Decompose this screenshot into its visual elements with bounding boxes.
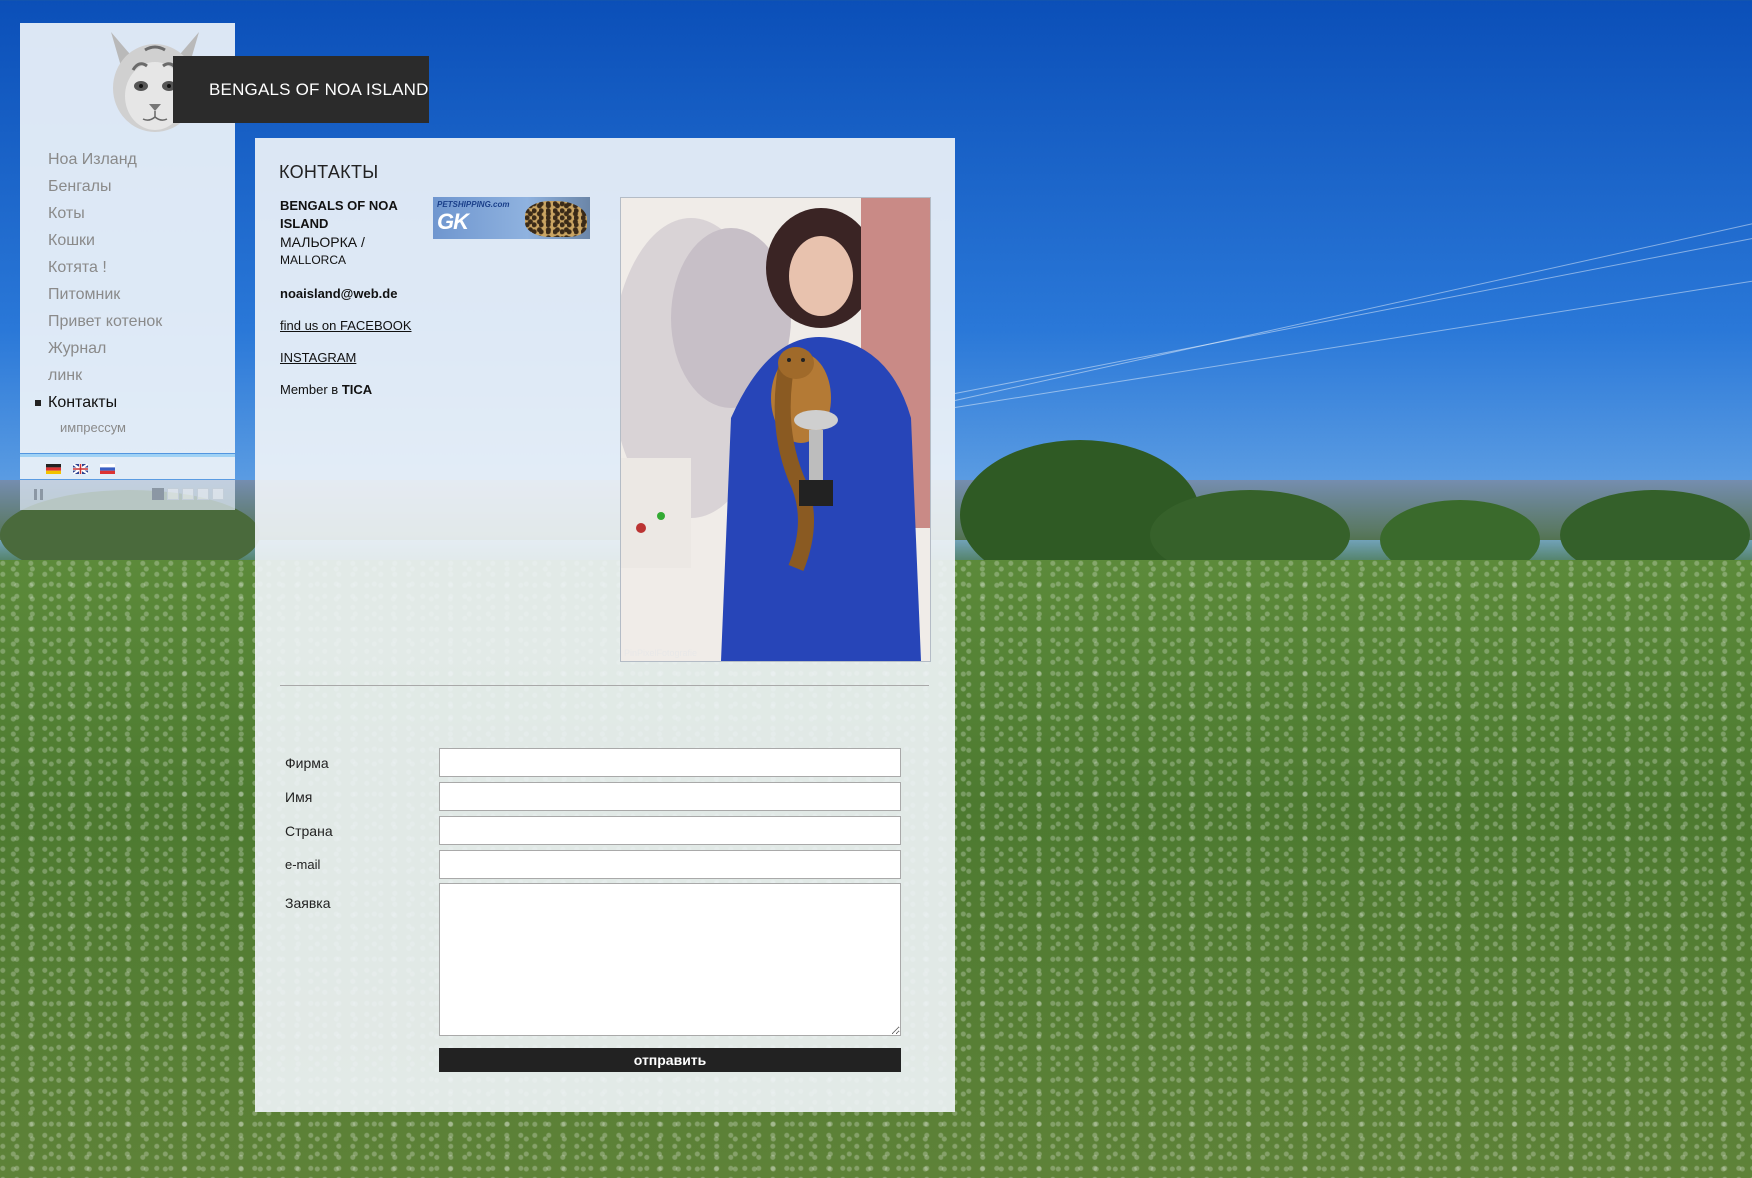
firm-field[interactable] [439, 748, 901, 777]
banner-line1: PETSHIPPING.com [437, 200, 510, 209]
firm-label: Фирма [285, 755, 329, 771]
pause-icon[interactable] [34, 489, 44, 500]
brand-name: BENGALS OF NOA ISLAND [209, 79, 429, 99]
email-label: e-mail [285, 857, 321, 872]
nav-item-cattery[interactable]: Питомник [20, 281, 235, 308]
instagram-link[interactable]: INSTAGRAM [280, 349, 420, 367]
name-field[interactable] [439, 782, 901, 811]
nav-subitem-imprint[interactable]: импрессум [20, 416, 235, 440]
power-line [954, 220, 1752, 401]
power-line [954, 277, 1752, 408]
nav-item-noa-island[interactable]: Ноа Изланд [20, 146, 235, 173]
nav-item-links[interactable]: линк [20, 362, 235, 389]
photo-illustration [621, 198, 930, 661]
nav-item-bengals[interactable]: Бенгалы [20, 173, 235, 200]
member-org: TICA [341, 382, 373, 397]
nav-item-males[interactable]: Коты [20, 200, 235, 227]
membership-note: Member в TICA [280, 381, 420, 399]
request-textarea[interactable] [439, 883, 901, 1036]
request-label: Заявка [285, 895, 331, 911]
name-label: Имя [285, 789, 313, 805]
owner-with-cat-photo: PinPixelFotografie [620, 197, 931, 662]
slideshow-dots [152, 488, 224, 500]
nav-item-journal[interactable]: Журнал [20, 335, 235, 362]
facebook-link[interactable]: find us on FACEBOOK [280, 317, 420, 335]
main-navigation: Ноа Изланд Бенгалы Коты Кошки Котята ! П… [20, 146, 235, 440]
slide-dot[interactable] [182, 488, 194, 500]
banner-line2: GK [437, 209, 469, 234]
content-panel: КОНТАКТЫ BENGALS OF NOA ISLAND МАЛЬОРКА … [255, 138, 955, 1112]
nav-item-kittens[interactable]: Котята ! [20, 254, 235, 281]
member-prefix: Member в [280, 382, 339, 397]
nav-item-females[interactable]: Кошки [20, 227, 235, 254]
ru-flag-icon[interactable] [100, 464, 115, 474]
petshipping-banner[interactable]: PETSHIPPING.com GK [433, 197, 590, 239]
language-switcher [20, 454, 235, 479]
submit-button[interactable]: отправить [439, 1048, 901, 1072]
photo-caption: PinPixelFotografie [624, 648, 698, 658]
location-ru: МАЛЬОРКА / [280, 234, 365, 250]
power-line [954, 234, 1752, 394]
slide-dot[interactable] [212, 488, 224, 500]
slide-dot[interactable] [152, 488, 164, 500]
country-label: Страна [285, 823, 333, 839]
slideshow-controls [20, 480, 235, 510]
leopard-image [525, 201, 587, 237]
slide-dot[interactable] [197, 488, 209, 500]
uk-flag-icon[interactable] [73, 464, 88, 474]
de-flag-icon[interactable] [46, 464, 61, 474]
section-divider [280, 685, 929, 686]
country-field[interactable] [439, 816, 901, 845]
email-field[interactable] [439, 850, 901, 879]
site-brand-title[interactable]: BENGALS OF NOA ISLAND [173, 56, 429, 123]
nav-item-contacts[interactable]: Контакты [20, 389, 235, 416]
slide-dot[interactable] [167, 488, 179, 500]
location-en: MALLORCA [280, 253, 347, 267]
nav-item-hello-kitten[interactable]: Привет котенок [20, 308, 235, 335]
contact-email: noaisland@web.de [280, 286, 398, 301]
page-title: КОНТАКТЫ [279, 162, 379, 182]
contact-info: BENGALS OF NOA ISLAND МАЛЬОРКА / MALLORC… [280, 197, 420, 399]
company-name: BENGALS OF NOA ISLAND [280, 198, 398, 231]
